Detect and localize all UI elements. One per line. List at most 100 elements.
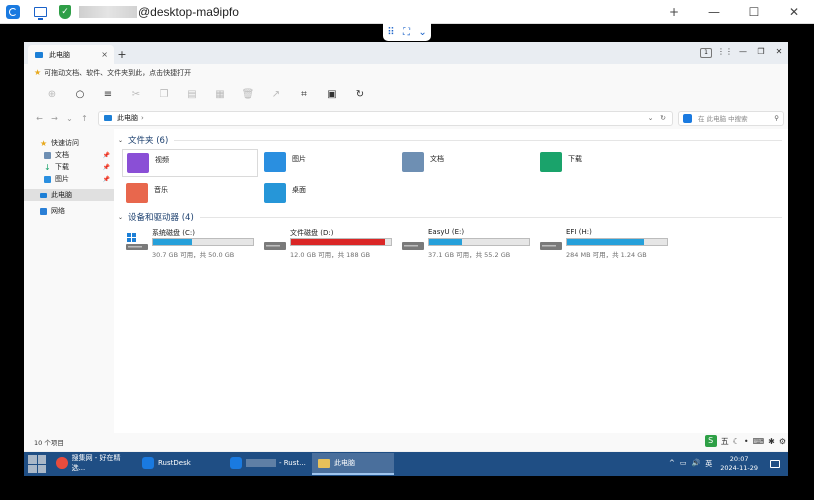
folder-desktop[interactable]: 桌面 [260, 180, 396, 208]
tab-count-badge[interactable]: 1 [700, 48, 712, 58]
close-button[interactable]: ✕ [770, 47, 788, 56]
recent-icon[interactable]: ⌄ [62, 114, 77, 123]
settings-icon[interactable]: ⚙ [779, 437, 786, 446]
pin-icon: 📌 [102, 175, 110, 183]
battery-icon[interactable]: ▭ [680, 459, 687, 469]
folder-videos[interactable]: 视频 [122, 149, 258, 177]
drive-e[interactable]: EasyU (E:) 37.1 GB 可用，共 55.2 GB [398, 228, 534, 259]
folders-group-header[interactable]: ⌄ 文件夹 (6) [118, 134, 782, 146]
volume-icon[interactable]: 🔊 [692, 459, 701, 469]
file-view: ⌄ 文件夹 (6) 视频 图片 文档 下载 音乐 桌面 ⌄ 设备和驱动器 (4)… [114, 129, 788, 433]
start-button[interactable] [28, 455, 46, 473]
address-text: 此电脑 [117, 114, 138, 122]
drive-usage-fill [153, 239, 192, 245]
back-icon[interactable]: ← [32, 114, 47, 123]
quick-drop-text: 可拖动文档、软件、文件夹到此，点击快捷打开 [44, 68, 192, 77]
fullscreen-icon[interactable]: ⛶ [403, 27, 410, 38]
secure-shield-icon: ✓ [59, 4, 71, 19]
folder-label: 文档 [430, 155, 444, 163]
redacted-id [246, 459, 276, 467]
forward-icon[interactable]: → [47, 114, 62, 123]
taskbar-item-browser[interactable]: 搜集网 - 好在精选... [50, 453, 132, 475]
rustdesk-titlebar: ✓ @desktop-ma9ipfo + — ☐ ✕ [0, 0, 814, 24]
sidebar-item-pictures[interactable]: 图片 📌 [24, 173, 114, 185]
notification-icon[interactable] [770, 460, 780, 468]
share-icon[interactable]: ↗ [262, 89, 290, 100]
taskbar-item-rustdesk[interactable]: RustDesk [136, 453, 220, 475]
tab-close-icon[interactable]: × [101, 50, 108, 59]
folder-label: 桌面 [292, 186, 306, 194]
folder-icon [318, 458, 330, 468]
paste-icon[interactable]: ▤ [178, 89, 206, 100]
moon-icon[interactable]: ☾ [733, 437, 740, 446]
cut-icon[interactable]: ✂ [122, 89, 150, 100]
restore-button[interactable]: ❐ [752, 47, 770, 56]
dot-icon[interactable]: • [744, 437, 749, 446]
up-icon[interactable]: ↑ [77, 114, 92, 123]
rustdesk-logo-icon [6, 4, 20, 19]
sidebar-item-this-pc[interactable]: 此电脑 [24, 189, 114, 201]
search-input[interactable]: 在 此电脑 中搜索 ⚲ [678, 110, 784, 126]
minimize-button[interactable]: — [694, 0, 734, 24]
rustdesk-icon [230, 457, 242, 469]
new-tab-button[interactable]: + [654, 0, 694, 24]
drives-group-header[interactable]: ⌄ 设备和驱动器 (4) [118, 211, 782, 223]
skin-icon[interactable]: ✱ [768, 437, 775, 446]
divider [174, 139, 782, 141]
folder-pictures[interactable]: 图片 [260, 149, 396, 177]
quick-drop-bar[interactable]: ★ 可拖动文档、软件、文件夹到此，点击快捷打开 [24, 64, 788, 81]
item-count: 10 个项目 [34, 439, 64, 447]
clock[interactable]: 20:07 2024-11-29 [720, 455, 758, 473]
add-tab-button[interactable]: + [114, 45, 130, 64]
show-hidden-icon[interactable]: ^ [669, 459, 675, 469]
taskbar-item-explorer[interactable]: 此电脑 [312, 453, 394, 475]
sidebar-item-documents[interactable]: 文档 📌 [24, 149, 114, 161]
address-input[interactable]: 此电脑 › ⌄ ↻ [98, 110, 673, 126]
drive-c[interactable]: 系统磁盘 (C:) 30.7 GB 可用，共 50.0 GB [122, 228, 258, 259]
chevron-right-icon[interactable]: › [141, 114, 144, 122]
search-icon[interactable]: ⚲ [774, 114, 779, 122]
new-icon[interactable]: ⊕ [38, 89, 66, 100]
refresh-icon[interactable]: ↻ [346, 89, 374, 100]
folder-documents[interactable]: 文档 [398, 149, 534, 177]
explorer-window-controls: ⋮⋮ — ❐ ✕ [716, 47, 788, 56]
drive-usage-fill [567, 239, 644, 245]
monitor-icon[interactable] [34, 6, 47, 20]
input-language[interactable]: 英 [705, 459, 712, 469]
maximize-button[interactable]: ☐ [734, 0, 774, 24]
drive-size: 12.0 GB 可用，共 188 GB [290, 251, 371, 259]
folder-music[interactable]: 音乐 [122, 180, 258, 208]
close-button[interactable]: ✕ [774, 0, 814, 24]
drive-h[interactable]: EFI (H:) 284 MB 可用，共 1.24 GB [536, 228, 672, 259]
crop-icon[interactable]: ⌗ [290, 89, 318, 100]
system-tray: ^ ▭ 🔊 英 20:07 2024-11-29 [669, 452, 788, 476]
chevron-down-icon[interactable]: ⌄ [418, 27, 426, 38]
view-menu-icon[interactable]: ≡ [94, 89, 122, 100]
minimize-button[interactable]: — [734, 47, 752, 56]
sidebar-item-downloads[interactable]: ↓ 下载 📌 [24, 161, 114, 173]
tab-this-pc[interactable]: 此电脑 × [28, 45, 114, 64]
taskbar-item-rustdesk-session[interactable]: - Rust... [224, 453, 308, 475]
group-title: 文件夹 (6) [128, 136, 169, 146]
drive-d[interactable]: 文件磁盘 (D:) 12.0 GB 可用，共 188 GB [260, 228, 396, 259]
ime-mode[interactable]: 五 [721, 436, 729, 447]
download-folder-icon [540, 152, 562, 172]
folder-label: 下载 [568, 155, 582, 163]
drive-usage-bar [152, 238, 254, 246]
sidebar-item-quick-access[interactable]: ★ 快速访问 [24, 137, 114, 149]
status-bar: 10 个项目 [24, 433, 788, 451]
sidebar-item-label: 网络 [51, 207, 65, 215]
pin-icon: 📌 [102, 151, 110, 159]
folder-downloads[interactable]: 下载 [536, 149, 672, 177]
copy-icon[interactable]: ❐ [150, 89, 178, 100]
keyboard-icon[interactable]: ⌨ [753, 437, 765, 446]
ime-logo-icon[interactable]: S [704, 435, 717, 447]
delete-icon[interactable]: 🗑 [234, 89, 262, 100]
star-icon: ★ [34, 68, 42, 77]
rename-icon[interactable]: ▦ [206, 89, 234, 100]
drag-handle-icon[interactable]: ⠿ [387, 27, 394, 38]
menu-icon[interactable]: ⋮⋮ [716, 47, 734, 56]
sidebar-item-network[interactable]: 网络 [24, 205, 114, 217]
circle-icon[interactable]: ○ [66, 89, 94, 100]
layout-icon[interactable]: ▣ [318, 89, 346, 100]
